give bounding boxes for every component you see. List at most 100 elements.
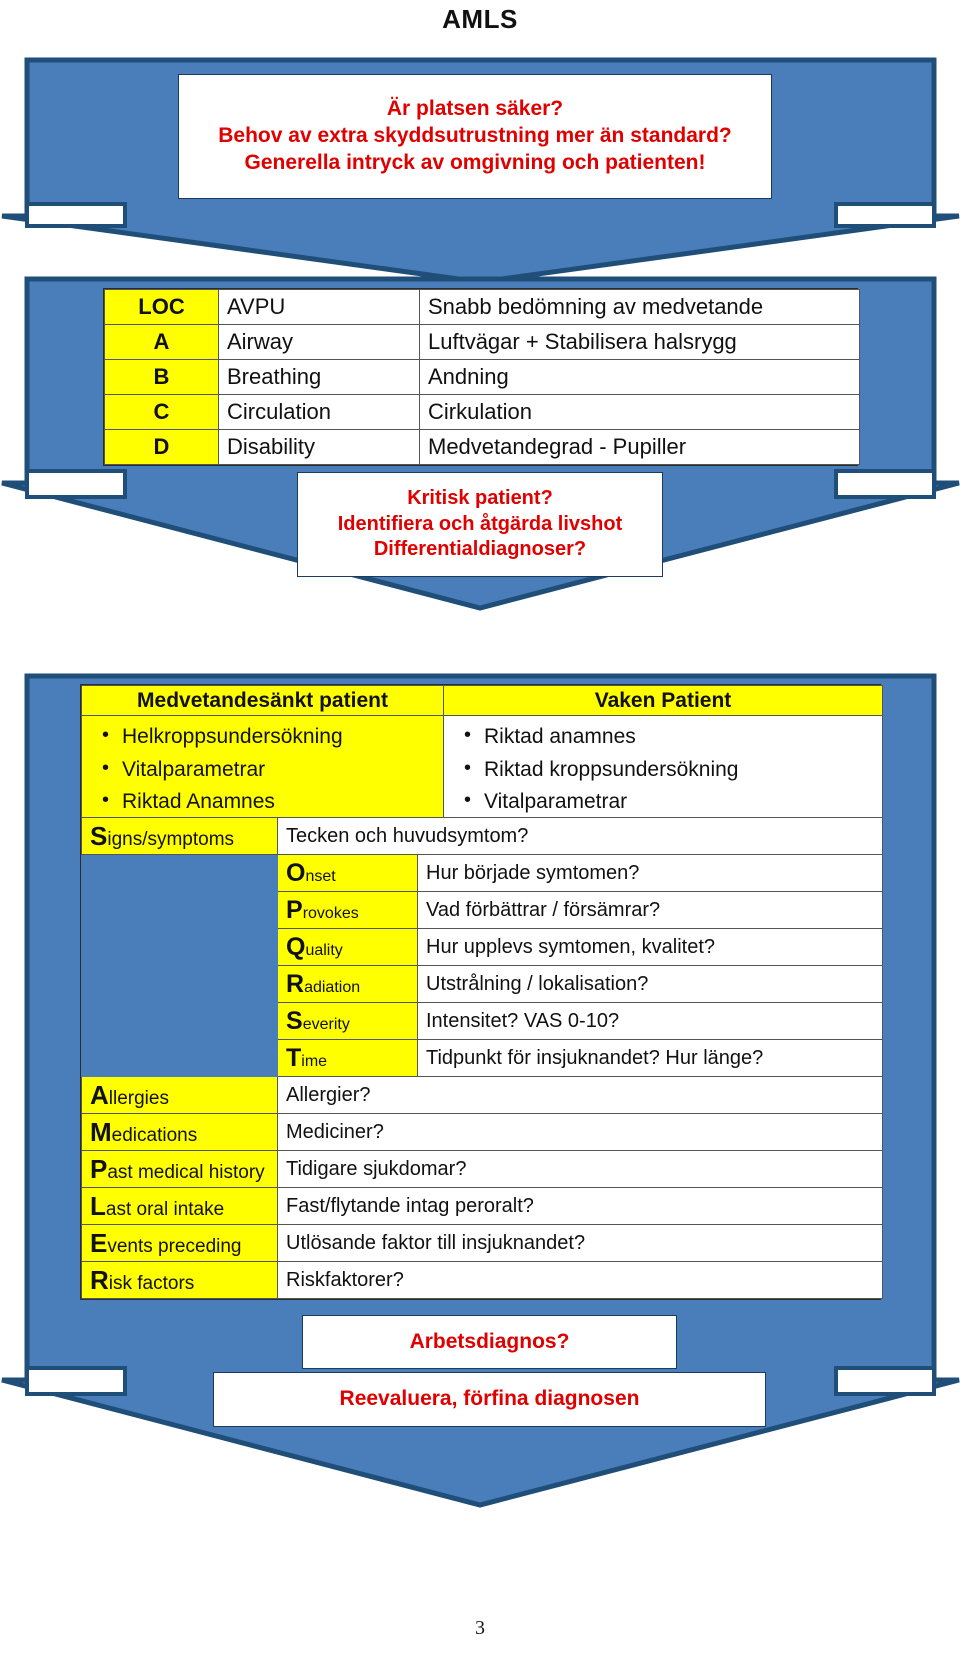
working-diagnosis-callout: Arbetsdiagnos? xyxy=(302,1315,677,1369)
table-row: Events preceding Utlösande faktor till i… xyxy=(81,1224,883,1262)
history-label-allergies: Allergies xyxy=(81,1076,278,1114)
spacer-cell xyxy=(81,1002,278,1040)
table-row: Risk factors Riskfaktorer? xyxy=(81,1261,883,1299)
history-label-onset: Onset xyxy=(277,854,418,892)
table-row: D Disability Medvetandegrad - Pupiller xyxy=(104,429,860,465)
history-label-events-preceding: Events preceding xyxy=(81,1224,278,1262)
mnemonic-rest: uality xyxy=(305,941,343,959)
critical-patient-callout: Kritisk patient? Identifiera och åtgärda… xyxy=(297,472,663,577)
table-row: Helkroppsundersökning Vitalparametrar Ri… xyxy=(81,715,883,827)
page-title: AMLS xyxy=(442,4,518,34)
history-label-time: Time xyxy=(277,1039,418,1077)
abcd-key: LOC xyxy=(104,289,219,325)
history-desc: Tidigare sjukdomar? xyxy=(277,1150,883,1188)
spacer-cell xyxy=(81,854,278,892)
critical-line-2: Identifiera och åtgärda livshot xyxy=(337,512,623,535)
table-row: C Circulation Cirkulation xyxy=(104,394,860,430)
mnemonic-rest: ast medical history xyxy=(107,1161,265,1183)
list-item: Helkroppsundersökning xyxy=(102,720,437,754)
mnemonic-rest: llergies xyxy=(108,1087,169,1109)
abcd-desc: Cirkulation xyxy=(419,394,860,430)
table-row: A Airway Luftvägar + Stabilisera halsryg… xyxy=(104,324,860,360)
abcd-desc: Andning xyxy=(419,359,860,395)
history-desc: Allergier? xyxy=(277,1076,883,1114)
abcd-term: Breathing xyxy=(218,359,420,395)
history-desc: Riskfaktorer? xyxy=(277,1261,883,1299)
history-desc: Utstrålning / lokalisation? xyxy=(417,965,883,1003)
mnemonic-letter: E xyxy=(90,1227,108,1258)
mnemonic-rest: vents preceding xyxy=(107,1235,242,1257)
scene-assessment-callout: Är platsen säker? Behov av extra skyddsu… xyxy=(178,74,772,199)
abcd-term: AVPU xyxy=(218,289,420,325)
history-desc: Intensitet? VAS 0-10? xyxy=(417,1002,883,1040)
mnemonic-letter: L xyxy=(90,1190,106,1221)
mnemonic-rest: isk factors xyxy=(108,1272,195,1294)
history-desc: Tidpunkt för insjuknandet? Hur länge? xyxy=(417,1039,883,1077)
table-row: Quality Hur upplevs symtomen, kvalitet? xyxy=(81,928,883,966)
mnemonic-rest: igns/symptoms xyxy=(107,828,235,850)
scene-line-2: Behov av extra skyddsutrustning mer än s… xyxy=(218,124,732,148)
list-item: Vitalparametrar xyxy=(102,753,437,787)
history-label-signs: Signs/symptoms xyxy=(81,817,278,855)
mnemonic-letter: A xyxy=(90,1079,109,1110)
abcd-desc: Luftvägar + Stabilisera halsrygg xyxy=(419,324,860,360)
history-label-risk-factors: Risk factors xyxy=(81,1261,278,1299)
working-diagnosis-text: Arbetsdiagnos? xyxy=(409,1329,570,1353)
history-desc: Hur började symtomen? xyxy=(417,854,883,892)
unconscious-items: Helkroppsundersökning Vitalparametrar Ri… xyxy=(81,715,444,827)
history-desc: Vad förbättrar / försämrar? xyxy=(417,891,883,929)
table-row: LOC AVPU Snabb bedömning av medvetande xyxy=(104,289,860,325)
abcd-desc: Snabb bedömning av medvetande xyxy=(419,289,860,325)
list-item: Riktad kroppsundersökning xyxy=(464,753,876,787)
abcd-desc: Medvetandegrad - Pupiller xyxy=(419,429,860,465)
sample-history-table: Signs/symptoms Tecken och huvudsymtom? O… xyxy=(80,817,883,1300)
table-row: Radiation Utstrålning / lokalisation? xyxy=(81,965,883,1003)
table-row: Past medical history Tidigare sjukdomar? xyxy=(81,1150,883,1188)
abcd-term: Airway xyxy=(218,324,420,360)
abcd-key: B xyxy=(104,359,219,395)
history-desc: Utlösande faktor till insjuknandet? xyxy=(277,1224,883,1262)
spacer-cell xyxy=(81,1039,278,1077)
list-item: Riktad anamnes xyxy=(464,720,876,754)
table-row: Signs/symptoms Tecken och huvudsymtom? xyxy=(81,817,883,855)
abcd-term: Circulation xyxy=(218,394,420,430)
history-label-medications: Medications xyxy=(81,1113,278,1151)
mnemonic-rest: adiation xyxy=(304,978,361,996)
table-row: Last oral intake Fast/flytande intag per… xyxy=(81,1187,883,1225)
reevaluate-text: Reevaluera, förfina diagnosen xyxy=(339,1387,640,1411)
spacer-cell xyxy=(81,965,278,1003)
secondary-survey-table: Medvetandesänkt patient Vaken Patient He… xyxy=(80,684,883,828)
mnemonic-letter: O xyxy=(286,858,306,887)
history-desc: Tecken och huvudsymtom? xyxy=(277,817,883,855)
table-row: Onset Hur började symtomen? xyxy=(81,854,883,892)
awake-items: Riktad anamnes Riktad kroppsundersökning… xyxy=(443,715,883,827)
mnemonic-letter: Q xyxy=(286,932,306,961)
table-row: Provokes Vad förbättrar / försämrar? xyxy=(81,891,883,929)
mnemonic-rest: everity xyxy=(302,1015,350,1033)
history-label-radiation: Radiation xyxy=(277,965,418,1003)
bullet-list: Helkroppsundersökning Vitalparametrar Ri… xyxy=(88,720,437,819)
mnemonic-letter: P xyxy=(90,1153,108,1184)
mnemonic-rest: ime xyxy=(301,1052,328,1070)
primary-survey-table-body: LOC AVPU Snabb bedömning av medvetande A… xyxy=(104,289,860,465)
abcd-key: D xyxy=(104,429,219,465)
secondary-survey-arrow-block: Medvetandesänkt patient Vaken Patient He… xyxy=(0,672,960,1512)
bullet-list: Riktad anamnes Riktad kroppsundersökning… xyxy=(450,720,876,819)
spacer-cell xyxy=(81,928,278,966)
abcd-term: Disability xyxy=(218,429,420,465)
history-label-severity: Severity xyxy=(277,1002,418,1040)
table-row: Time Tidpunkt för insjuknandet? Hur läng… xyxy=(81,1039,883,1077)
primary-survey-arrow-block: LOC AVPU Snabb bedömning av medvetande A… xyxy=(0,275,960,615)
mnemonic-letter: R xyxy=(90,1264,109,1295)
mnemonic-letter: T xyxy=(286,1043,302,1072)
table-row: Severity Intensitet? VAS 0-10? xyxy=(81,1002,883,1040)
table-row: B Breathing Andning xyxy=(104,359,860,395)
primary-survey-table: LOC AVPU Snabb bedömning av medvetande A… xyxy=(103,288,860,466)
scene-line-3: Generella intryck av omgivning och patie… xyxy=(244,150,706,174)
table-row: Medvetandesänkt patient Vaken Patient xyxy=(81,685,883,716)
history-label-provokes: Provokes xyxy=(277,891,418,929)
mnemonic-rest: rovokes xyxy=(302,904,359,922)
mnemonic-letter: R xyxy=(286,969,305,998)
abcd-key: C xyxy=(104,394,219,430)
mnemonic-letter: S xyxy=(286,1006,303,1035)
